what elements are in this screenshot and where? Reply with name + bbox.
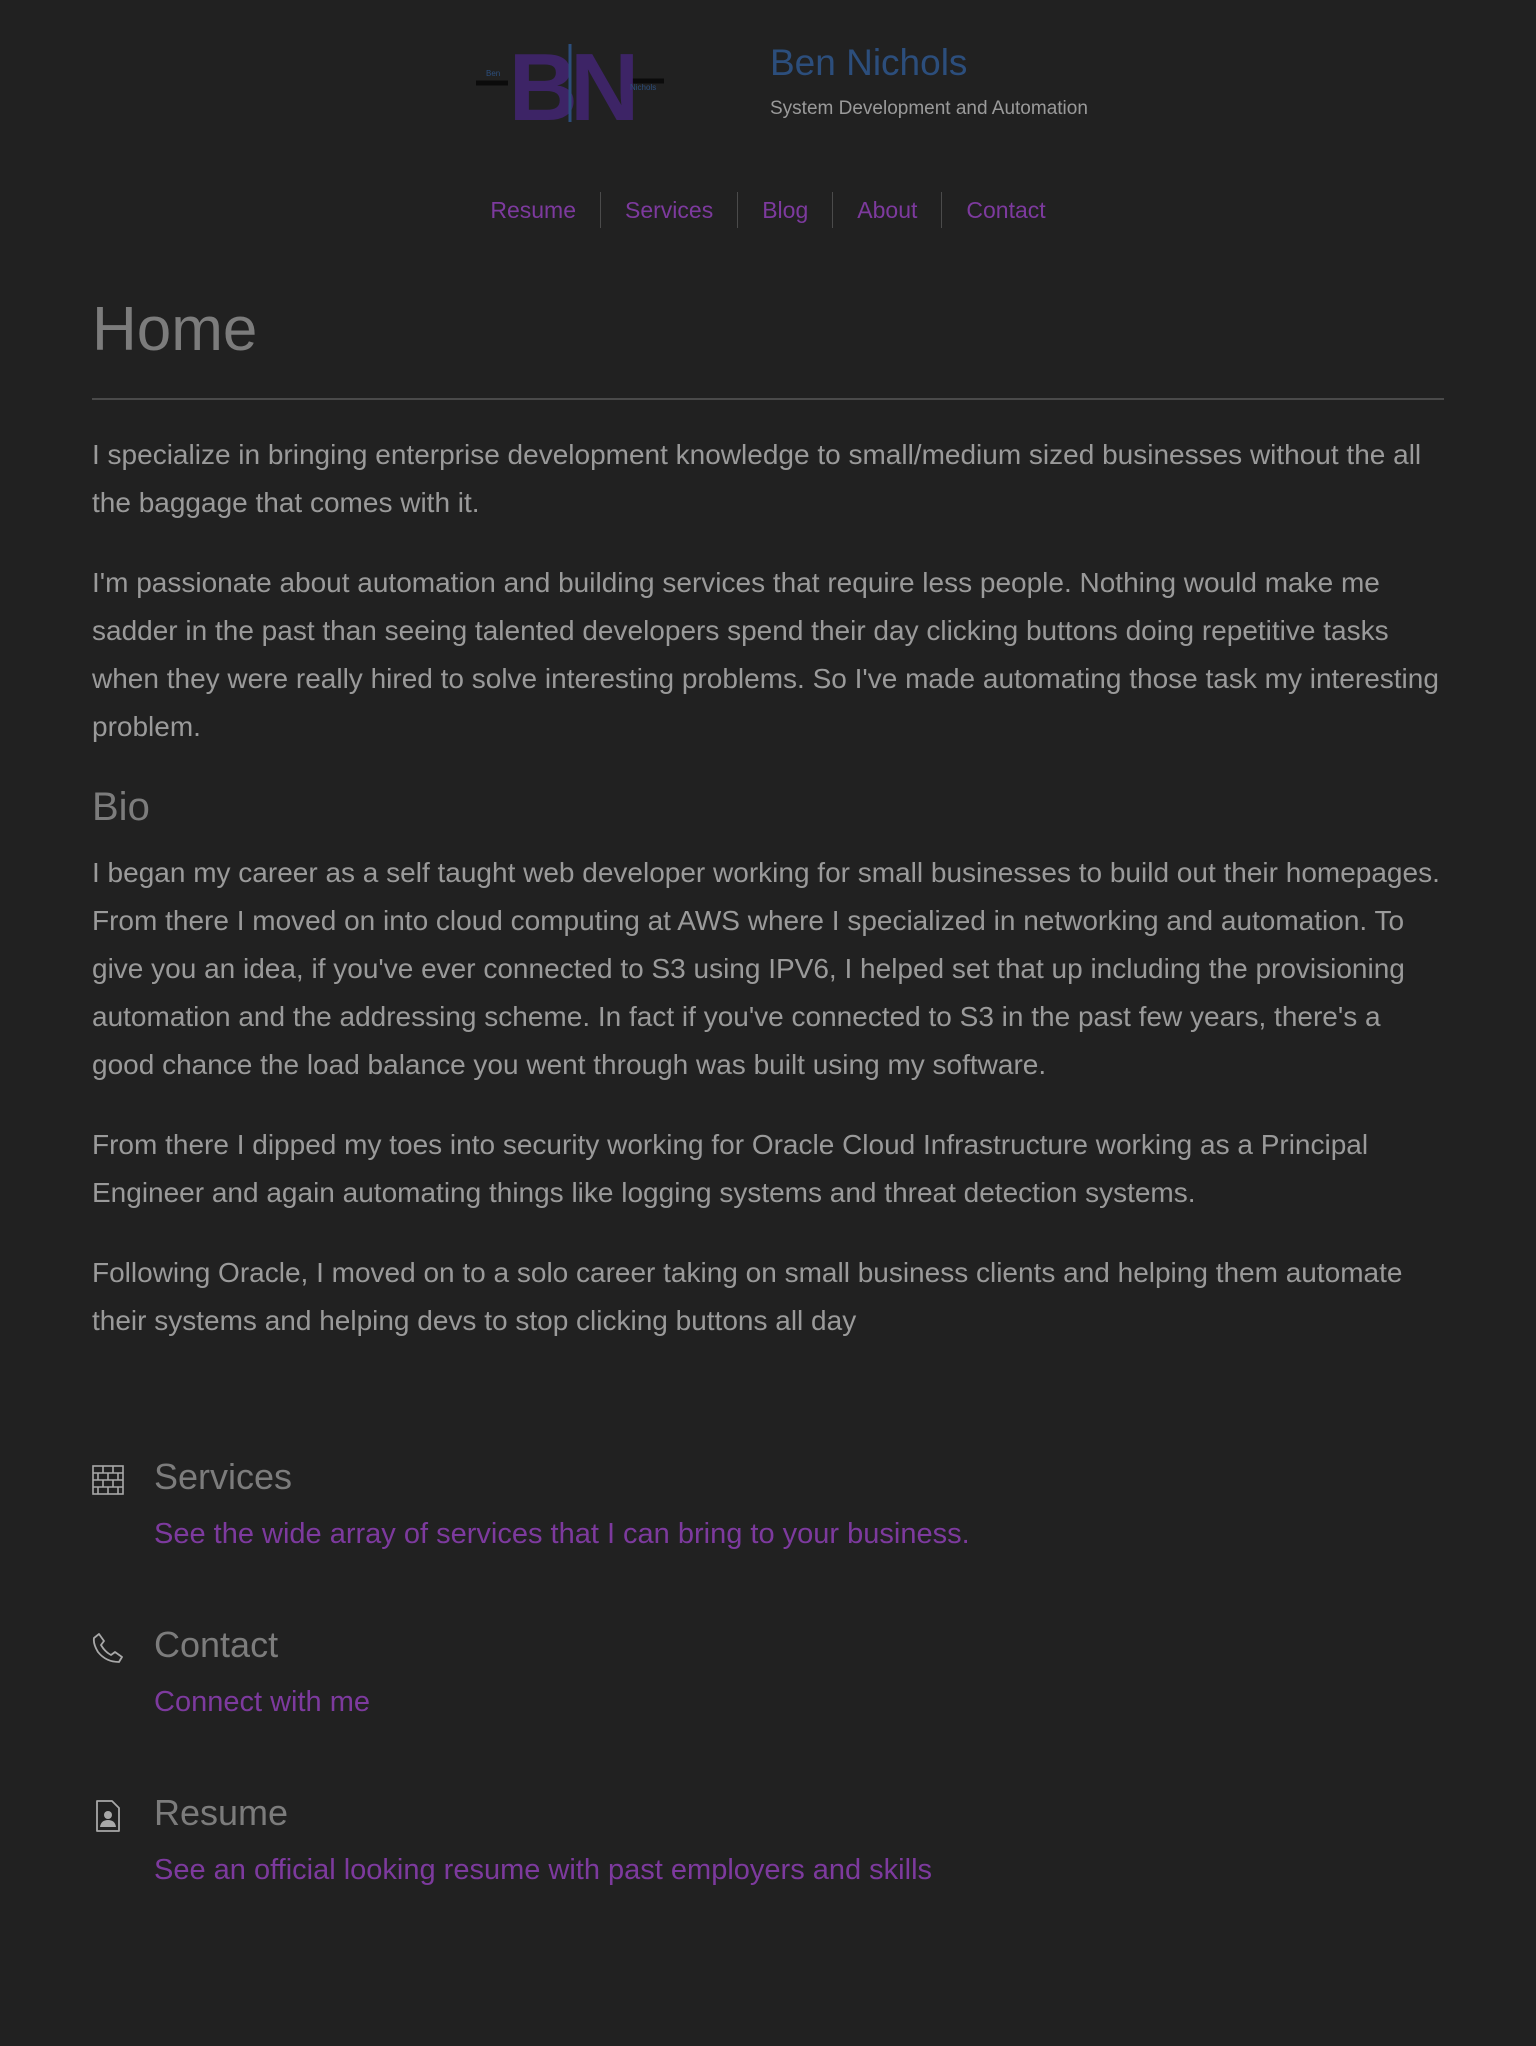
feature-services-link[interactable]: See the wide array of services that I ca… <box>154 1514 970 1554</box>
feature-resume-title: Resume <box>154 1792 289 1833</box>
main-nav: Resume Services Blog About Contact <box>0 190 1536 230</box>
nav-resume[interactable]: Resume <box>466 192 600 228</box>
feature-resume: Resume See an official looking resume wi… <box>92 1786 1444 1954</box>
feature-resume-link[interactable]: See an official looking resume with past… <box>154 1850 932 1890</box>
bio-paragraph-1: I began my career as a self taught web d… <box>92 857 1440 1080</box>
brick-wall-icon <box>92 1465 124 1495</box>
feature-services-title: Services <box>154 1456 293 1497</box>
intro-paragraph-2: I'm passionate about automation and buil… <box>92 567 1439 742</box>
feature-contact-title: Contact <box>154 1624 279 1665</box>
feature-list: Services See the wide array of services … <box>92 1450 1444 1954</box>
main-content: Home I specialize in bringing enterprise… <box>92 278 1444 1345</box>
bio-paragraph-2: From there I dipped my toes into securit… <box>92 1129 1369 1208</box>
resume-document-icon <box>96 1800 120 1832</box>
site-name[interactable]: Ben Nichols <box>770 42 967 84</box>
feature-contact-link[interactable]: Connect with me <box>154 1682 370 1722</box>
logo-small-left: Ben <box>486 69 500 78</box>
page-title: Home <box>92 290 1444 400</box>
nav-services[interactable]: Services <box>600 192 737 228</box>
feature-contact: Contact Connect with me <box>92 1618 1444 1786</box>
intro-paragraph-1: I specialize in bringing enterprise deve… <box>92 439 1422 518</box>
logo-small-right: Nichols <box>630 83 656 92</box>
logo[interactable]: BN Ben Nichols <box>474 38 666 128</box>
feature-services: Services See the wide array of services … <box>92 1450 1444 1618</box>
nav-about[interactable]: About <box>832 192 941 228</box>
site-tagline: System Development and Automation <box>770 98 1088 119</box>
nav-contact[interactable]: Contact <box>941 192 1069 228</box>
nav-blog[interactable]: Blog <box>737 192 832 228</box>
phone-icon <box>92 1633 123 1663</box>
bio-paragraph-3: Following Oracle, I moved on to a solo c… <box>92 1257 1403 1336</box>
bio-heading: Bio <box>92 785 150 829</box>
